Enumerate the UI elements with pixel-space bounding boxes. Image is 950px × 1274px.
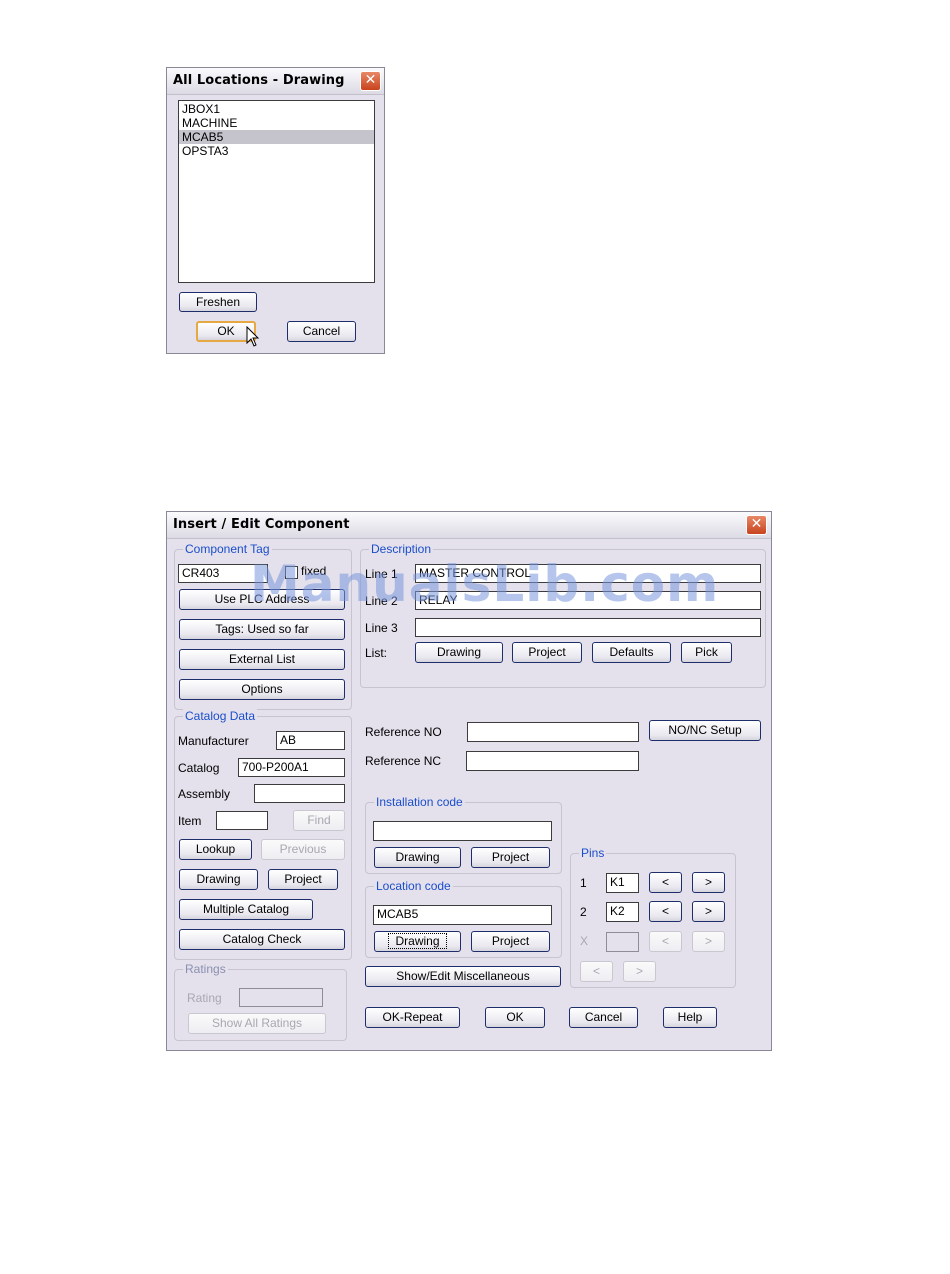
- watermark: ManualsLib.com: [250, 555, 720, 613]
- pin-x-prev-button[interactable]: <: [649, 931, 682, 952]
- help-button[interactable]: Help: [663, 1007, 717, 1028]
- all-locations-dialog: All Locations - Drawing ✕ JBOX1 MACHINE …: [166, 67, 385, 354]
- options-button[interactable]: Options: [179, 679, 345, 700]
- catalog-data-group: Catalog Data: [174, 709, 352, 960]
- manufacturer-input[interactable]: AB: [276, 731, 345, 750]
- pins-prev-button[interactable]: <: [580, 961, 613, 982]
- multiple-catalog-button[interactable]: Multiple Catalog: [179, 899, 313, 920]
- group-label: Ratings: [183, 962, 228, 976]
- group-label: Pins: [579, 846, 607, 860]
- pin-2-next-button[interactable]: >: [692, 901, 725, 922]
- tags-used-so-far-button[interactable]: Tags: Used so far: [179, 619, 345, 640]
- list-item[interactable]: OPSTA3: [179, 144, 374, 158]
- catalog-input[interactable]: 700-P200A1: [238, 758, 345, 777]
- location-drawing-label: Drawing: [388, 933, 447, 949]
- installation-project-button[interactable]: Project: [471, 847, 550, 868]
- pin-number-1: 1: [580, 876, 587, 890]
- description-drawing-button[interactable]: Drawing: [415, 642, 503, 663]
- rating-label: Rating: [187, 991, 222, 1005]
- mouse-cursor-icon: [246, 326, 260, 347]
- item-label: Item: [178, 814, 202, 828]
- reference-nc-label: Reference NC: [365, 754, 442, 768]
- line3-input[interactable]: [415, 618, 761, 637]
- show-all-ratings-button[interactable]: Show All Ratings: [188, 1013, 326, 1034]
- ok-button[interactable]: OK: [485, 1007, 545, 1028]
- lookup-button[interactable]: Lookup: [179, 839, 252, 860]
- catalog-project-button[interactable]: Project: [268, 869, 338, 890]
- group-label: Component Tag: [183, 542, 272, 556]
- close-icon[interactable]: ✕: [746, 515, 767, 535]
- external-list-button[interactable]: External List: [179, 649, 345, 670]
- group-label: Location code: [374, 879, 453, 893]
- item-input[interactable]: [216, 811, 268, 830]
- pin-number-x: X: [580, 934, 589, 948]
- group-label: Catalog Data: [183, 709, 258, 723]
- close-icon[interactable]: ✕: [360, 71, 381, 91]
- location-code-input[interactable]: MCAB5: [373, 905, 552, 925]
- location-project-button[interactable]: Project: [471, 931, 550, 952]
- dialog-titlebar: All Locations - Drawing ✕: [167, 68, 384, 95]
- pins-next-button[interactable]: >: [623, 961, 656, 982]
- dialog-title: All Locations - Drawing: [173, 73, 345, 88]
- location-drawing-button[interactable]: Drawing: [374, 931, 461, 952]
- ok-label: OK: [217, 324, 235, 338]
- group-label: Installation code: [374, 795, 465, 809]
- cancel-button[interactable]: Cancel: [569, 1007, 638, 1028]
- installation-code-input[interactable]: [373, 821, 552, 841]
- list-item[interactable]: JBOX1: [179, 102, 374, 116]
- pin-number-2: 2: [580, 905, 587, 919]
- pin-2-prev-button[interactable]: <: [649, 901, 682, 922]
- manufacturer-label: Manufacturer: [178, 734, 249, 748]
- list-item[interactable]: MACHINE: [179, 116, 374, 130]
- ok-repeat-button[interactable]: OK-Repeat: [365, 1007, 460, 1028]
- assembly-input[interactable]: [254, 784, 345, 803]
- catalog-label: Catalog: [178, 761, 220, 775]
- list-label: List:: [365, 646, 388, 660]
- previous-button[interactable]: Previous: [261, 839, 345, 860]
- freshen-button[interactable]: Freshen: [179, 292, 257, 312]
- pin-x-next-button[interactable]: >: [692, 931, 725, 952]
- pin-1-next-button[interactable]: >: [692, 872, 725, 893]
- dialog-title: Insert / Edit Component: [173, 517, 350, 532]
- installation-drawing-button[interactable]: Drawing: [374, 847, 461, 868]
- pin-1-input[interactable]: K1: [606, 873, 639, 893]
- description-pick-button[interactable]: Pick: [681, 642, 732, 663]
- reference-no-label: Reference NO: [365, 725, 442, 739]
- reference-no-input[interactable]: [467, 722, 639, 742]
- assembly-label: Assembly: [178, 787, 231, 801]
- catalog-drawing-button[interactable]: Drawing: [179, 869, 258, 890]
- show-edit-miscellaneous-button[interactable]: Show/Edit Miscellaneous: [365, 966, 561, 987]
- reference-nc-input[interactable]: [466, 751, 639, 771]
- pin-1-prev-button[interactable]: <: [649, 872, 682, 893]
- find-button[interactable]: Find: [293, 810, 345, 831]
- locations-listbox[interactable]: JBOX1 MACHINE MCAB5 OPSTA3: [178, 100, 375, 283]
- catalog-check-button[interactable]: Catalog Check: [179, 929, 345, 950]
- description-project-button[interactable]: Project: [512, 642, 582, 663]
- pin-2-input[interactable]: K2: [606, 902, 639, 922]
- group-label: Description: [369, 542, 434, 556]
- line3-label: Line 3: [365, 621, 398, 635]
- no-nc-setup-button[interactable]: NO/NC Setup: [649, 720, 761, 741]
- list-item-selected[interactable]: MCAB5: [179, 130, 374, 144]
- description-defaults-button[interactable]: Defaults: [592, 642, 671, 663]
- cancel-button[interactable]: Cancel: [287, 321, 356, 342]
- dialog-titlebar: Insert / Edit Component ✕: [167, 512, 771, 539]
- pin-x-input[interactable]: [606, 932, 639, 952]
- rating-input[interactable]: [239, 988, 323, 1007]
